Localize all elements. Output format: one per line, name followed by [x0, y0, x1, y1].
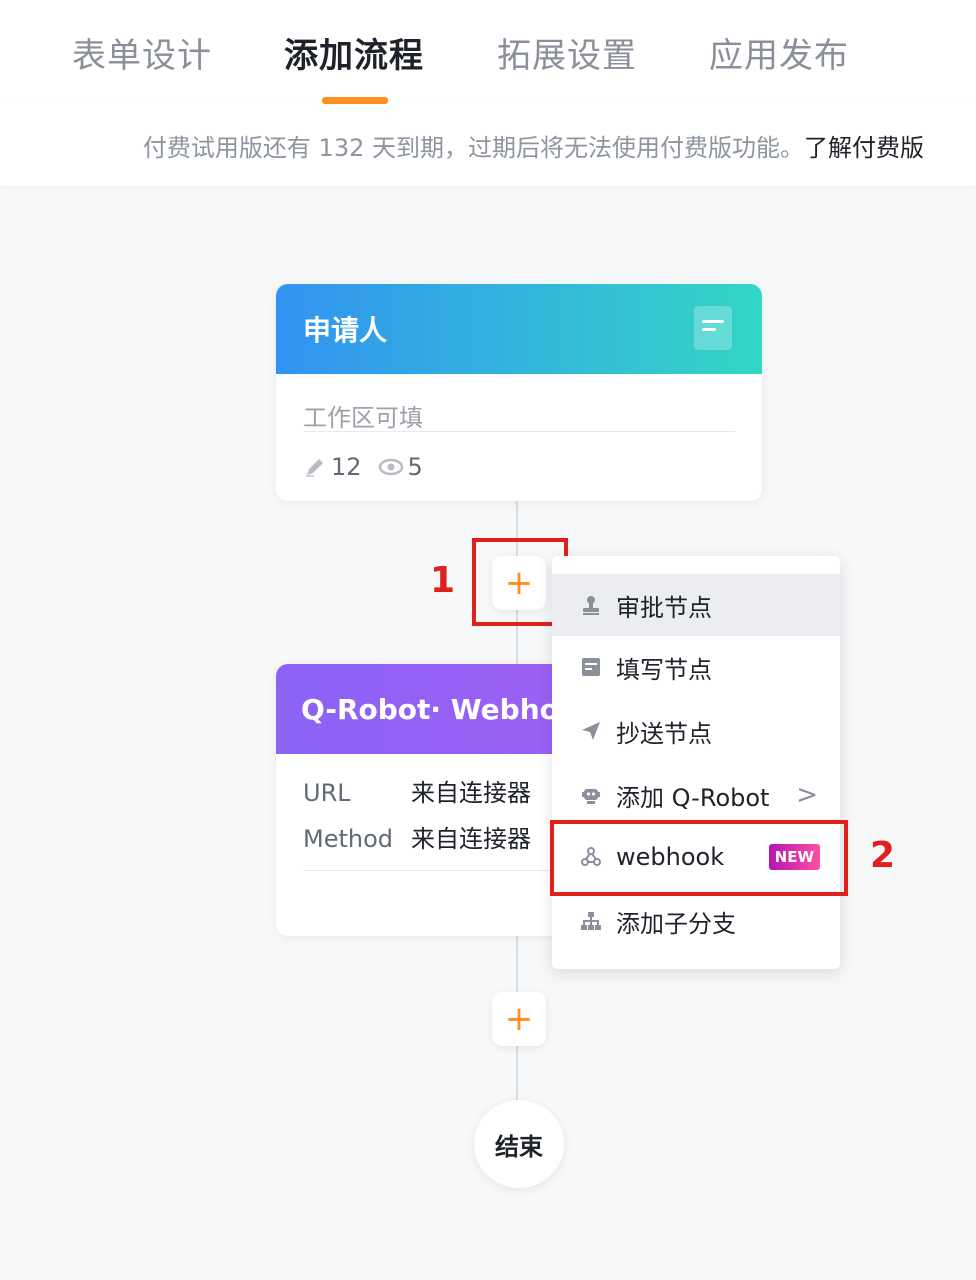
tab-app-publish[interactable]: 应用发布	[709, 28, 849, 77]
branch-icon	[581, 912, 601, 930]
menu-item-add-q-robot[interactable]: 添加 Q-Robot >	[552, 764, 840, 826]
add-node-button[interactable]: +	[492, 992, 546, 1046]
applicant-node-subtitle: 工作区可填	[303, 374, 735, 432]
menu-item-approval-node[interactable]: 审批节点	[552, 574, 840, 636]
menu-item-add-sub-branch[interactable]: 添加子分支	[552, 890, 840, 952]
stamp-icon	[583, 596, 599, 615]
tab-add-process[interactable]: 添加流程	[284, 28, 424, 77]
method-value: 来自连接器	[411, 825, 531, 853]
flow-connector-line	[516, 934, 518, 994]
send-icon	[582, 722, 600, 740]
add-node-menu: 审批节点 填写节点 抄送节点 添加 Q-Robot > webhook NEW …	[552, 556, 840, 969]
url-value: 来自连接器	[411, 779, 531, 807]
applicant-node-title: 申请人	[303, 314, 388, 347]
tab-extension-settings[interactable]: 拓展设置	[497, 28, 637, 77]
annotation-number-2: 2	[870, 835, 896, 876]
end-node: 结束	[474, 1100, 564, 1188]
trial-notice-text: 付费试用版还有 132 天到期，过期后将无法使用付费版功能。	[142, 134, 804, 162]
method-label: Method	[303, 825, 394, 853]
form-edit-icon	[582, 658, 600, 676]
eye-icon	[378, 458, 403, 476]
pencil-icon	[306, 459, 323, 477]
tab-form-design[interactable]: 表单设计	[72, 28, 212, 77]
view-count: 5	[407, 453, 423, 481]
edit-count: 12	[331, 453, 362, 481]
applicant-node-card[interactable]: 申请人 工作区可填 12 5	[276, 284, 762, 501]
annotation-box-2	[550, 820, 848, 896]
menu-item-fill-node[interactable]: 填写节点	[552, 636, 840, 698]
flow-connector-line	[516, 1042, 518, 1102]
learn-paid-version-link[interactable]: 了解付费版	[804, 134, 924, 162]
annotation-number-1: 1	[430, 560, 456, 601]
top-tab-bar: 表单设计 添加流程 拓展设置 应用发布	[0, 0, 976, 104]
url-label: URL	[303, 779, 351, 807]
menu-item-cc-node[interactable]: 抄送节点	[552, 700, 840, 762]
active-tab-indicator	[322, 97, 388, 104]
form-icon	[694, 306, 732, 350]
chevron-right-icon: >	[796, 780, 818, 810]
robot-icon	[582, 789, 600, 804]
trial-notice-bar: 付费试用版还有 132 天到期，过期后将无法使用付费版功能。了解付费版	[0, 104, 976, 186]
